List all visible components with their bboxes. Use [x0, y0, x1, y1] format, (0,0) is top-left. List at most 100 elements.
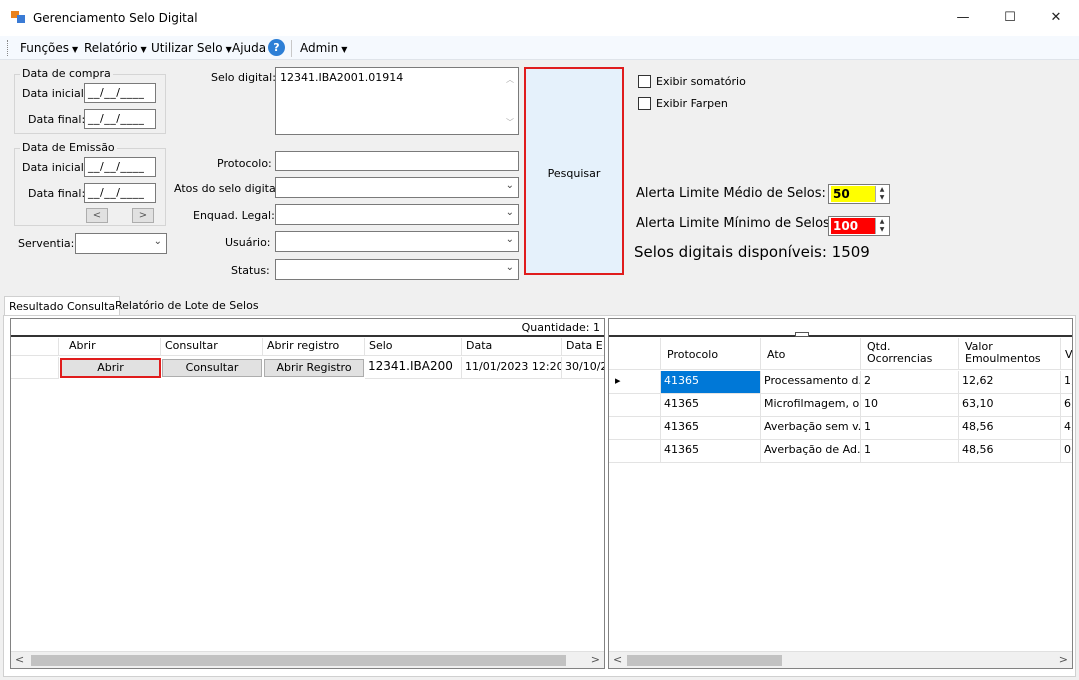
consultar-button[interactable]: Consultar [162, 359, 262, 377]
exibir-farpen-checkbox[interactable] [638, 97, 651, 110]
data-e-cell[interactable]: 30/10/2 [562, 357, 604, 379]
data-cell[interactable]: 11/01/2023 12:20 [462, 357, 562, 379]
selo-digital-textarea[interactable]: 12341.IBA2001.01914 ︿ ﹀ [275, 67, 519, 135]
menu-relatorio[interactable]: Relatório ▼ [84, 41, 147, 55]
valor-cell[interactable]: 48,56 [959, 417, 1061, 440]
protocolo-cell[interactable]: 41365 [661, 371, 761, 394]
table-row[interactable]: Abrir Consultar Abrir Registro 12341.IBA… [11, 357, 604, 379]
chevron-down-icon: ⌄ [153, 236, 162, 247]
abrir-button[interactable]: Abrir [60, 358, 161, 378]
qtd-cell[interactable]: 1 [861, 417, 959, 440]
scroll-thumb[interactable] [627, 655, 782, 666]
ato-cell[interactable]: Averbação sem v... [761, 417, 861, 440]
scroll-up-icon[interactable]: ︿ [506, 74, 514, 85]
emissao-final-input[interactable]: __/__/____ [84, 183, 156, 203]
right-horizontal-scrollbar[interactable]: < > [609, 651, 1072, 668]
alerta-medio-value[interactable]: 50 [831, 186, 875, 202]
scroll-down-icon[interactable]: ﹀ [506, 117, 514, 128]
compra-final-input[interactable]: __/__/____ [84, 109, 156, 129]
menu-funcoes[interactable]: Funções ▼ [20, 41, 78, 55]
qtd-cell[interactable]: 2 [861, 371, 959, 394]
prev-button[interactable]: < [86, 208, 108, 223]
row-header[interactable] [609, 440, 661, 463]
ato-cell[interactable]: Microfilmagem, o... [761, 394, 861, 417]
status-select[interactable]: ⌄ [275, 259, 519, 280]
qtd-cell[interactable]: 1 [861, 440, 959, 463]
emissao-final-label: Data final: [28, 187, 86, 200]
protocolo-cell[interactable]: 41365 [661, 440, 761, 463]
valor-cell[interactable]: 12,62 [959, 371, 1061, 394]
emissao-inicial-input[interactable]: __/__/____ [84, 157, 156, 177]
header-data-e[interactable]: Data E [562, 338, 604, 355]
scroll-right-icon[interactable]: > [591, 653, 600, 666]
table-row[interactable]: 41365Averbação sem v...148,564, [609, 417, 1072, 440]
header-consultar[interactable]: Consultar [161, 338, 263, 355]
ato-cell[interactable]: Processamento d... [761, 371, 861, 394]
row-header[interactable] [609, 417, 661, 440]
header-abrir-registro[interactable]: Abrir registro [263, 338, 365, 355]
atos-select[interactable]: ⌄ [275, 177, 519, 198]
protocolo-input[interactable] [275, 151, 519, 171]
spinner-arrows-icon[interactable]: ▲ ▼ [875, 218, 888, 234]
protocolo-cell[interactable]: 41365 [661, 394, 761, 417]
menu-utilizar-selo[interactable]: Utilizar Selo ▼ [151, 41, 232, 55]
header-qtd-ocorrencias[interactable]: Qtd. Ocorrencias [861, 338, 959, 370]
compra-final-label: Data final: [28, 113, 86, 126]
status-label: Status: [231, 264, 270, 277]
scroll-left-icon[interactable]: < [15, 653, 24, 666]
right-grid[interactable]: Protocolo Ato Qtd. Ocorrencias Valor Emo… [608, 318, 1073, 669]
enquad-select[interactable]: ⌄ [275, 204, 519, 225]
maximize-button[interactable]: ☐ [987, 4, 1033, 32]
v-cell[interactable]: 0, [1061, 440, 1072, 463]
valor-cell[interactable]: 63,10 [959, 394, 1061, 417]
table-row[interactable]: 41365Averbação de Ad...148,560, [609, 440, 1072, 463]
help-icon[interactable]: ? [268, 39, 285, 56]
header-selo[interactable]: Selo [365, 338, 462, 355]
left-grid[interactable]: Quantidade: 1 Abrir Consultar Abrir regi… [10, 318, 605, 669]
header-valor-emoulmentos[interactable]: Valor Emoulmentos [959, 338, 1061, 370]
v-cell[interactable]: 4, [1061, 417, 1072, 440]
ato-cell[interactable]: Averbação de Ad... [761, 440, 861, 463]
emissao-inicial-label: Data inicial: [22, 161, 88, 174]
qtd-cell[interactable]: 10 [861, 394, 959, 417]
splitter-handle-icon[interactable] [795, 332, 809, 337]
menu-ajuda[interactable]: Ajuda [232, 41, 266, 55]
current-row-indicator-icon[interactable]: ▸ [609, 371, 661, 394]
row-header[interactable] [609, 394, 661, 417]
usuario-select[interactable]: ⌄ [275, 231, 519, 252]
header-rowhead [11, 338, 59, 355]
header-protocolo[interactable]: Protocolo [661, 338, 761, 370]
header-v[interactable]: V [1061, 338, 1072, 370]
table-row[interactable]: ▸41365Processamento d...212,621, [609, 371, 1072, 394]
alerta-minimo-value[interactable]: 100 [831, 218, 875, 234]
protocolo-cell[interactable]: 41365 [661, 417, 761, 440]
alerta-medio-spinner[interactable]: 50 ▲ ▼ [828, 184, 890, 204]
spinner-arrows-icon[interactable]: ▲ ▼ [875, 186, 888, 202]
exibir-somatorio-checkbox[interactable] [638, 75, 651, 88]
header-ato[interactable]: Ato [761, 338, 861, 370]
header-data[interactable]: Data [462, 338, 562, 355]
v-cell[interactable]: 6, [1061, 394, 1072, 417]
selo-digital-value: 12341.IBA2001.01914 [280, 71, 404, 84]
minimize-button[interactable]: — [940, 4, 986, 32]
selo-cell[interactable]: 12341.IBA200 [365, 357, 462, 379]
tab-resultado-consulta[interactable]: Resultado Consulta [4, 296, 121, 315]
abrir-registro-button[interactable]: Abrir Registro [264, 359, 364, 377]
menu-admin[interactable]: Admin ▼ [300, 41, 347, 55]
serventia-select[interactable]: ⌄ [75, 233, 167, 254]
header-abrir[interactable]: Abrir [59, 338, 161, 355]
search-button[interactable]: Pesquisar [524, 67, 624, 275]
compra-inicial-input[interactable]: __/__/____ [84, 83, 156, 103]
tab-relatorio-lote[interactable]: Relatório de Lote de Selos [111, 296, 263, 315]
row-header[interactable] [11, 357, 59, 379]
scroll-right-icon[interactable]: > [1059, 653, 1068, 666]
valor-cell[interactable]: 48,56 [959, 440, 1061, 463]
alerta-minimo-spinner[interactable]: 100 ▲ ▼ [828, 216, 890, 236]
scroll-thumb[interactable] [31, 655, 566, 666]
scroll-left-icon[interactable]: < [613, 653, 622, 666]
next-button[interactable]: > [132, 208, 154, 223]
v-cell[interactable]: 1, [1061, 371, 1072, 394]
close-button[interactable]: ✕ [1033, 4, 1079, 32]
table-row[interactable]: 41365Microfilmagem, o...1063,106, [609, 394, 1072, 417]
left-horizontal-scrollbar[interactable]: < > [11, 651, 604, 668]
